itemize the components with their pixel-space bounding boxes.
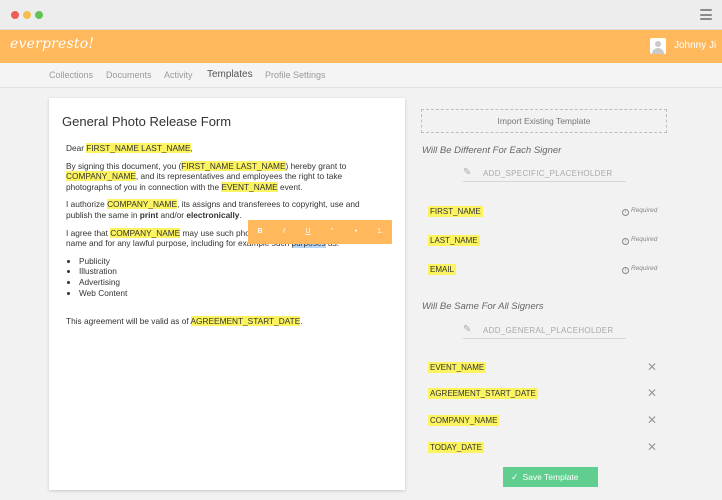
bold-button[interactable]: B bbox=[248, 220, 272, 244]
nav-collections[interactable]: Collections bbox=[49, 70, 93, 80]
pencil-icon: ✎ bbox=[463, 324, 472, 335]
check-icon: ✓ bbox=[511, 472, 519, 482]
placeholder-token: EVENT_NAME bbox=[221, 181, 278, 192]
quote-button[interactable]: " bbox=[320, 220, 344, 244]
numbered-list-button[interactable]: 1. bbox=[368, 220, 392, 244]
logo[interactable]: everpresto! bbox=[10, 36, 94, 52]
document-editor[interactable]: General Photo Release Form Dear FIRST_NA… bbox=[49, 98, 405, 490]
info-icon: i bbox=[622, 238, 629, 245]
remove-icon[interactable]: ✕ bbox=[647, 414, 657, 426]
nav-templates[interactable]: Templates bbox=[207, 69, 253, 80]
format-toolbar: B I U " • 1. bbox=[248, 220, 392, 244]
general-field[interactable]: COMPANY_NAME bbox=[428, 415, 500, 426]
signer-field[interactable]: LAST_NAME bbox=[428, 235, 480, 246]
grant-paragraph: By signing this document, you (FIRST_NAM… bbox=[66, 160, 347, 192]
general-placeholder-input[interactable]: ✎ ADD_GENERAL_PLACEHOLDER bbox=[463, 324, 626, 339]
user-name[interactable]: Johnny Ji bbox=[674, 40, 716, 51]
close-dot-icon[interactable] bbox=[11, 11, 19, 19]
required-badge: i Required bbox=[622, 207, 657, 216]
pencil-icon: ✎ bbox=[463, 167, 472, 178]
general-field[interactable]: EVENT_NAME bbox=[428, 362, 487, 373]
list-item: Advertising bbox=[79, 277, 386, 288]
placeholder-token: COMPANY_NAME bbox=[107, 199, 177, 210]
list-item: Publicity bbox=[79, 256, 386, 267]
general-field[interactable]: TODAY_DATE bbox=[428, 442, 485, 453]
underline-button[interactable]: U bbox=[296, 220, 320, 244]
specific-placeholder-input[interactable]: ✎ ADD_SPECIFIC_PLACEHOLDER bbox=[463, 167, 626, 182]
document-title: General Photo Release Form bbox=[62, 114, 232, 129]
different-signer-heading: Will Be Different For Each Signer bbox=[422, 145, 562, 156]
usage-list: Publicity Illustration Advertising Web C… bbox=[79, 256, 386, 298]
remove-icon[interactable]: ✕ bbox=[647, 387, 657, 399]
placeholder-token: FIRST_NAME LAST_NAME bbox=[86, 143, 191, 153]
general-field[interactable]: AGREEMENT_START_DATE bbox=[428, 388, 538, 399]
validity-paragraph: This agreement will be valid as of AGREE… bbox=[66, 316, 303, 327]
avatar[interactable] bbox=[650, 38, 666, 54]
save-template-button[interactable]: ✓ Save Template bbox=[503, 467, 598, 487]
italic-button[interactable]: I bbox=[272, 220, 296, 244]
nav-documents[interactable]: Documents bbox=[106, 70, 152, 80]
remove-icon[interactable]: ✕ bbox=[647, 361, 657, 373]
bullet-list-button[interactable]: • bbox=[344, 220, 368, 244]
signer-field[interactable]: EMAIL bbox=[428, 264, 457, 275]
placeholder-token: AGREEMENT_START_DATE bbox=[190, 316, 301, 327]
list-item: Illustration bbox=[79, 266, 386, 277]
placeholder-token: COMPANY_NAME bbox=[110, 227, 181, 238]
info-icon: i bbox=[622, 209, 629, 216]
import-template-button[interactable]: Import Existing Template bbox=[421, 109, 667, 133]
browser-chrome bbox=[0, 0, 722, 30]
authorize-paragraph: I authorize COMPANY_NAME, its assigns an… bbox=[66, 199, 360, 220]
remove-icon[interactable]: ✕ bbox=[647, 441, 657, 453]
list-item: Web Content bbox=[79, 288, 386, 299]
greeting-paragraph: Dear FIRST_NAME LAST_NAME, bbox=[66, 143, 193, 153]
nav-activity[interactable]: Activity bbox=[164, 70, 193, 80]
same-signer-heading: Will Be Same For All Signers bbox=[422, 301, 544, 312]
minimize-dot-icon[interactable] bbox=[23, 11, 31, 19]
placeholder-token: FIRST_NAME LAST_NAME bbox=[181, 160, 286, 171]
nav-profile-settings[interactable]: Profile Settings bbox=[265, 70, 326, 80]
hamburger-menu-icon[interactable] bbox=[700, 9, 712, 20]
required-badge: i Required bbox=[622, 265, 657, 274]
info-icon: i bbox=[622, 267, 629, 274]
signer-field[interactable]: FIRST_NAME bbox=[428, 206, 483, 217]
main-nav: Collections Documents Activity Templates… bbox=[0, 63, 722, 88]
required-badge: i Required bbox=[622, 236, 657, 245]
maximize-dot-icon[interactable] bbox=[35, 11, 43, 19]
placeholder-token: COMPANY_NAME bbox=[66, 171, 136, 182]
app-header: everpresto! Johnny Ji bbox=[0, 30, 722, 63]
